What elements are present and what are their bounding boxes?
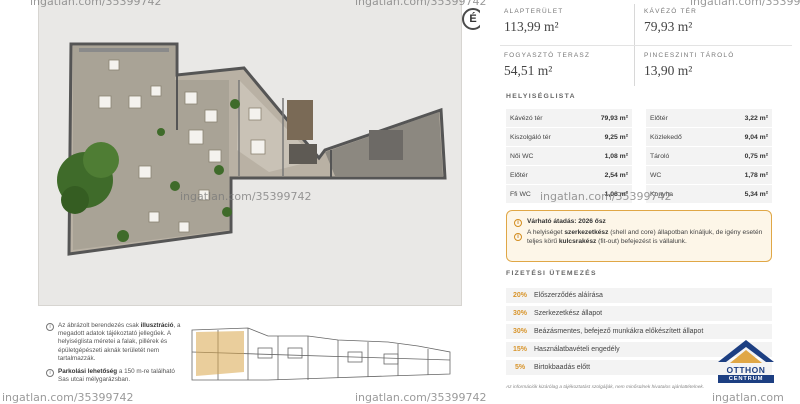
building-location-thumbnail <box>188 322 460 384</box>
note-parking: i Parkolási lehetőség a 150 m-re találha… <box>46 368 186 384</box>
payment-row: 20% Előszerződés aláírása <box>506 288 772 303</box>
floorplan-image <box>57 42 447 256</box>
stats-divider <box>500 45 792 46</box>
stat-storage-area: PINCESZINTI TÁROLÓ 13,90 m² <box>644 52 735 78</box>
stat-terrace-area: FOGYASZTÓ TERASZ 54,51 m² <box>504 52 591 78</box>
house-roof-icon <box>718 340 774 363</box>
room-row: Előtér 2,54 m² <box>506 166 632 184</box>
handover-notice: i Várható átadás: 2026 ősz i A helyisége… <box>506 210 772 262</box>
room-row: Tároló 0,75 m² <box>646 147 772 165</box>
payments-title: FIZETÉSI ÜTEMEZÉS <box>506 270 597 277</box>
payment-row: 30% Beázásmentes, befejező munkákra előké… <box>506 324 772 339</box>
watermark: ingatlan.com/35399742 <box>355 0 487 8</box>
watermark: ingatlan.com/35399742 <box>2 391 134 404</box>
floorplan-notes: i Az ábrázolt berendezés csak illusztrác… <box>46 322 186 389</box>
info-icon: i <box>514 233 522 241</box>
site-plan-image <box>191 327 451 381</box>
room-row: Kávézó tér 79,93 m² <box>506 109 632 127</box>
room-row: Előtér 3,22 m² <box>646 109 772 127</box>
watermark: ingatlan.com/35399742 <box>690 0 800 8</box>
watermark: ingatlan.com/35399742 <box>540 190 672 203</box>
note-illustration: i Az ábrázolt berendezés csak illusztrác… <box>46 322 186 363</box>
room-row: Női WC 1,08 m² <box>506 147 632 165</box>
room-row: Közlekedő 9,04 m² <box>646 128 772 146</box>
watermark: ingatlan.com <box>712 391 784 404</box>
floorplan-render: É <box>38 0 484 306</box>
watermark: ingatlan.com/35399742 <box>30 0 162 8</box>
rooms-title: HELYISÉGLISTA <box>506 93 576 100</box>
watermark: ingatlan.com/35399742 <box>180 190 312 203</box>
info-icon: i <box>46 369 54 378</box>
info-icon: i <box>514 219 522 227</box>
otthon-centrum-logo: OTTHON CENTRUM <box>714 338 778 386</box>
watermark: ingatlan.com/35399742 <box>355 391 487 404</box>
payment-row: 30% Szerkezetkész állapot <box>506 306 772 321</box>
stat-floor-area: ALAPTERÜLET 113,99 m² <box>504 8 564 34</box>
info-icon: i <box>46 323 54 331</box>
room-row: WC 1,78 m² <box>646 166 772 184</box>
room-row: Kiszolgáló tér 9,25 m² <box>506 128 632 146</box>
stat-cafe-area: KÁVÉZÓ TÉR 79,93 m² <box>644 8 698 34</box>
disclaimer: Az információk kizárólag a tájékoztatást… <box>506 385 705 390</box>
